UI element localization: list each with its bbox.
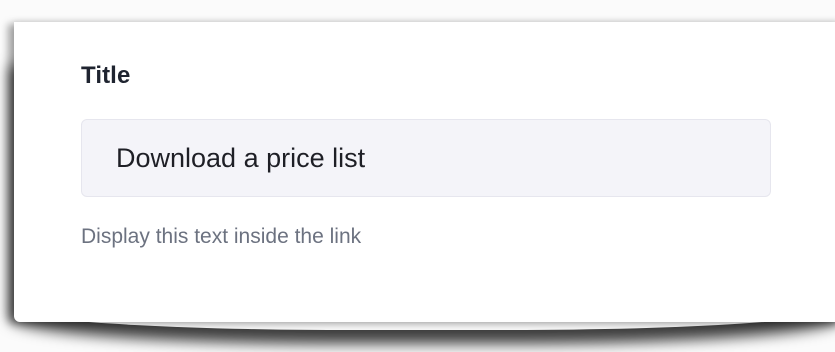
title-field-label: Title xyxy=(81,62,131,89)
title-input[interactable] xyxy=(81,119,771,197)
form-card: Title Display this text inside the link xyxy=(14,22,835,322)
title-help-text: Display this text inside the link xyxy=(81,225,362,248)
